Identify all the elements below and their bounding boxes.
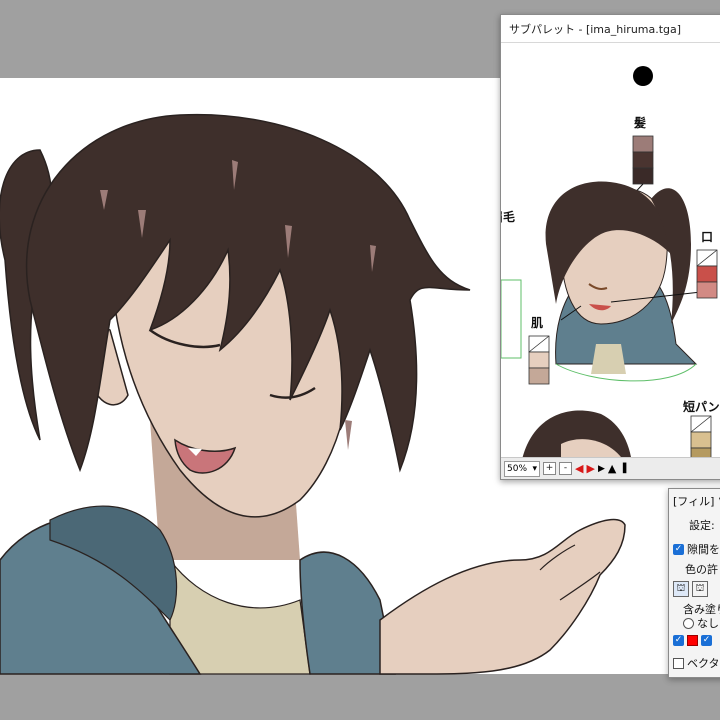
checkbox-icon[interactable] (673, 657, 684, 669)
checkbox-checked-icon[interactable]: ✓ (673, 543, 684, 555)
subpalette-toolbar: 50% ▾ + - ◀ ▶ ▶ ▲ ▐ (501, 457, 720, 479)
play-icon[interactable]: ▶ (598, 463, 605, 475)
color-check-row[interactable]: ✓ ✓ (673, 635, 712, 646)
skin-swatch-2 (528, 351, 550, 369)
zoom-in-button[interactable]: + (543, 462, 556, 475)
settings-label: 設定: (689, 519, 715, 532)
up-arrow-icon[interactable]: ▲ (608, 462, 616, 475)
black-color-dot (633, 66, 653, 86)
subpalette-titlebar[interactable]: サブパレット - [ima_hiruma.tga] (501, 15, 720, 43)
label-eyebrow: 眉毛 (501, 210, 516, 224)
shorts-swatch-2 (690, 431, 712, 449)
hair-swatch-3 (632, 167, 654, 185)
hand (379, 518, 626, 675)
checkbox-checked-icon[interactable]: ✓ (701, 635, 712, 646)
subpalette-body[interactable]: 髪 眉毛 口 肌 短パン (501, 44, 720, 472)
radio-icon[interactable] (683, 617, 694, 629)
frame-icon[interactable]: ▐ (619, 463, 626, 475)
none-radio-row[interactable]: なし (683, 615, 719, 631)
red-swatch[interactable] (687, 635, 698, 646)
label-shorts: 短パン (683, 400, 720, 414)
label-mouth: 口 (701, 230, 714, 244)
skin-swatch-3 (528, 367, 550, 385)
checkbox-checked-icon[interactable]: ✓ (673, 635, 684, 646)
zoom-out-button[interactable]: - (559, 462, 572, 475)
fill-mode-buttons: ⛫ ⛫ (673, 581, 708, 597)
chevron-down-icon: ▾ (532, 463, 537, 474)
prev-arrow-icon[interactable]: ◀ (575, 462, 583, 475)
shirt (169, 558, 311, 675)
bucket-alt-icon[interactable]: ⛫ (692, 581, 708, 597)
hair-swatch-2 (632, 151, 654, 169)
label-skin: 肌 (531, 316, 544, 330)
hair-swatch-1 (632, 135, 654, 153)
color-tolerance-label: 色の許 (685, 563, 718, 576)
gap-close-row[interactable]: ✓ 隙間を閉 (673, 541, 720, 557)
application-window: サブパレット - [ima_hiruma.tga] 髪 毛 口 肌 短パン 50… (0, 0, 720, 720)
mouth-swatch-2 (696, 265, 718, 283)
subpalette-title: サブパレット - [ima_hiruma.tga] (509, 22, 682, 36)
next-arrow-icon[interactable]: ▶ (586, 462, 594, 475)
vector-row[interactable]: ベクタ (673, 655, 720, 671)
label-hair: 髪 (634, 116, 647, 130)
subpalette-window[interactable]: サブパレット - [ima_hiruma.tga] 髪 毛 口 肌 短パン 50… (500, 14, 720, 480)
zoom-select[interactable]: 50% ▾ (504, 460, 540, 477)
fill-panel-title: [フィル] ツー (673, 495, 720, 508)
fill-tool-panel[interactable]: [フィル] ツー 設定: ✓ 隙間を閉 色の許 ⛫ ⛫ 含み塗り なし ✓ ✓ … (668, 488, 720, 678)
bucket-icon[interactable]: ⛫ (673, 581, 689, 597)
mouth-swatch-3 (696, 281, 718, 299)
